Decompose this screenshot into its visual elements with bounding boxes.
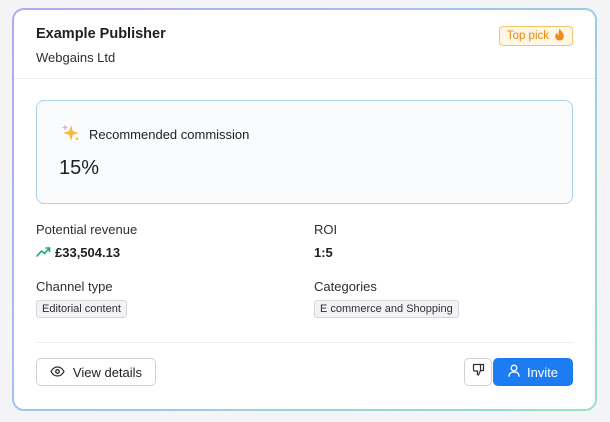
thumbs-down-icon: [472, 363, 485, 381]
roi-value: 1:5: [314, 245, 333, 260]
badge-label: Top pick: [506, 30, 549, 42]
dislike-button[interactable]: [464, 358, 492, 386]
trending-up-icon: [36, 245, 51, 260]
invite-label: Invite: [526, 364, 559, 380]
commission-label-row: Recommended commission: [61, 123, 249, 146]
view-details-label: View details: [72, 364, 143, 380]
channel-type-label: Channel type: [36, 279, 113, 294]
fire-icon: [554, 28, 565, 44]
categories-tag: E commerce and Shopping: [314, 300, 459, 318]
invite-button[interactable]: Invite: [493, 358, 573, 386]
eye-icon: [50, 365, 65, 380]
card-header: Example Publisher Webgains Ltd Top pick: [36, 26, 573, 78]
publisher-card: Example Publisher Webgains Ltd Top pick: [14, 10, 595, 409]
top-pick-badge: Top pick: [498, 26, 573, 46]
potential-revenue-field: Potential revenue £33,504.13: [36, 222, 137, 260]
categories-label: Categories: [314, 279, 377, 294]
card-border: Example Publisher Webgains Ltd Top pick: [12, 8, 597, 411]
recommended-commission-panel: Recommended commission 15%: [36, 100, 573, 204]
potential-revenue-row: £33,504.13: [36, 245, 137, 260]
potential-revenue-label: Potential revenue: [36, 222, 138, 237]
publisher-company: Webgains Ltd: [36, 50, 116, 65]
channel-type-field: Channel type Editorial content: [36, 279, 127, 318]
channel-type-tag: Editorial content: [36, 300, 127, 318]
commission-label: Recommended commission: [89, 127, 250, 142]
potential-revenue-value: £33,504.13: [55, 245, 121, 260]
user-icon: [508, 364, 520, 380]
roi-label: ROI: [314, 222, 338, 237]
roi-field: ROI 1:5: [314, 222, 337, 260]
footer-divider: [36, 342, 573, 343]
sparkles-icon: [61, 123, 81, 146]
commission-value: 15%: [59, 157, 100, 179]
categories-field: Categories E commerce and Shopping: [314, 279, 459, 318]
header-divider: [14, 78, 595, 79]
publisher-name: Example Publisher: [36, 26, 166, 42]
view-details-button[interactable]: View details: [36, 358, 156, 386]
